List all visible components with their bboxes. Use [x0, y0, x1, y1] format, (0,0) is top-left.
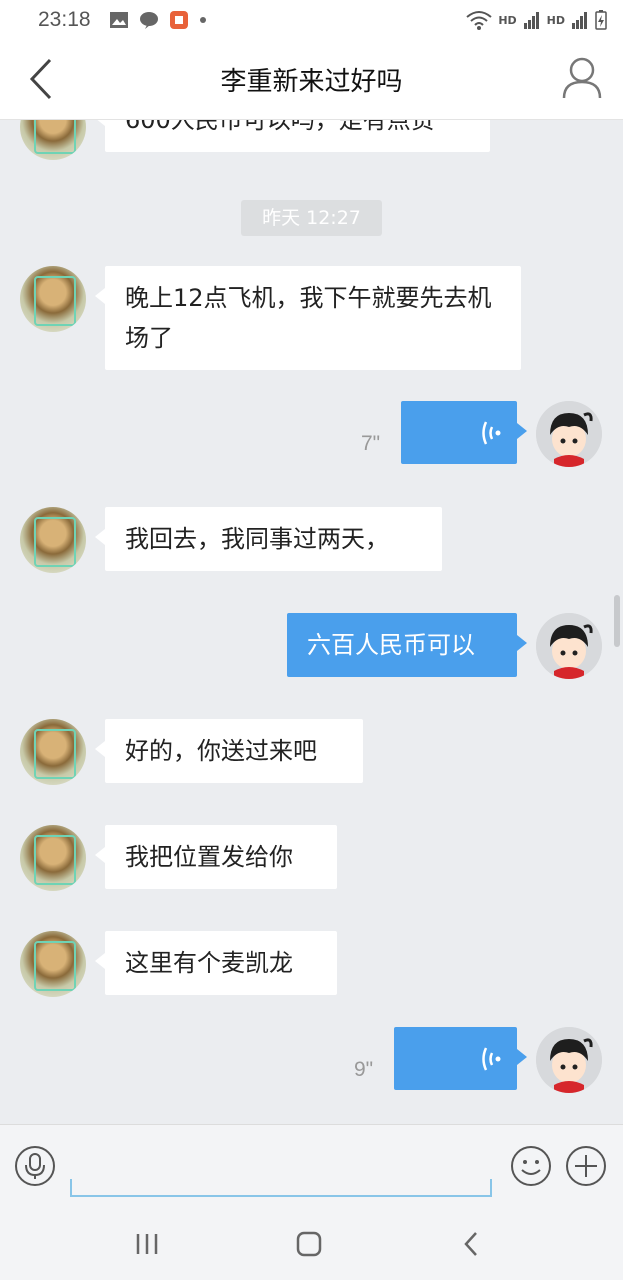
message-bubble-incoming[interactable]: 这里有个麦凯龙 [95, 931, 337, 995]
gallery-icon [109, 12, 128, 28]
message-bubble-outgoing[interactable]: 六百人民币可以 [287, 613, 527, 677]
my-avatar[interactable] [536, 401, 602, 467]
hd-badge: HD [546, 13, 565, 27]
line-icon [139, 12, 158, 29]
contact-avatar[interactable] [20, 931, 86, 997]
voice-message-bubble[interactable] [401, 401, 527, 464]
message-text: 我回去，我同事过两天， [125, 525, 389, 553]
message-bubble-incoming[interactable]: 600人民币可以吗，是有点贵 [95, 120, 490, 152]
battery-icon [595, 10, 607, 30]
voice-wave-icon [482, 421, 501, 445]
back-icon[interactable] [22, 56, 62, 102]
voice-duration: 7" [361, 432, 381, 455]
hd-badge: HD [498, 13, 517, 27]
voice-message-bubble[interactable] [394, 1027, 527, 1090]
home-icon[interactable] [289, 1228, 329, 1260]
voice-wave-icon [482, 1047, 501, 1071]
chat-header: 李重新来过好吗 [0, 40, 623, 120]
contact-avatar[interactable] [20, 120, 86, 160]
message-text: 我把位置发给你 [125, 843, 293, 871]
scrollbar[interactable] [614, 595, 620, 647]
message-text: 六百人民币可以 [307, 631, 475, 659]
message-input[interactable] [70, 1141, 492, 1197]
message-bubble-incoming[interactable]: 晚上12点飞机，我下午就要先去机场了 [95, 266, 521, 370]
notification-dot-icon [199, 17, 206, 23]
timestamp: 昨天 12:27 [241, 200, 382, 236]
message-text: 晚上12点飞机，我下午就要先去机场了 [125, 284, 492, 352]
message-bubble-incoming[interactable]: 我回去，我同事过两天， [95, 507, 442, 571]
chat-title: 李重新来过好吗 [220, 67, 403, 97]
wifi-icon [466, 11, 492, 30]
nav-back-icon[interactable] [452, 1228, 492, 1260]
voice-duration: 9" [354, 1058, 374, 1081]
contact-avatar[interactable] [20, 719, 86, 785]
cartoon-face-icon [536, 1027, 602, 1093]
app-icon [169, 11, 188, 29]
my-avatar[interactable] [536, 613, 602, 679]
message-text: 600人民币可以吗，是有点贵 [125, 120, 435, 134]
navigation-bar [0, 1208, 623, 1280]
signal-icon [523, 12, 539, 29]
emoji-icon[interactable] [510, 1145, 552, 1187]
cartoon-face-icon [536, 613, 602, 679]
message-text: 这里有个麦凯龙 [125, 949, 293, 977]
contact-avatar[interactable] [20, 825, 86, 891]
plus-icon[interactable] [565, 1145, 607, 1187]
message-bubble-incoming[interactable]: 我把位置发给你 [95, 825, 337, 889]
input-bar [0, 1124, 623, 1208]
signal-icon [572, 12, 587, 29]
profile-icon[interactable] [561, 56, 603, 100]
microphone-icon[interactable] [14, 1145, 56, 1187]
chat-area[interactable]: 600人民币可以吗，是有点贵 昨天 12:27 晚上12点飞机，我下午就要先去机… [0, 120, 623, 1124]
contact-avatar[interactable] [20, 266, 86, 332]
status-time: 23:18 [38, 8, 91, 31]
cartoon-face-icon [536, 401, 602, 467]
status-bar: 23:18 HD HD [0, 0, 623, 40]
contact-avatar[interactable] [20, 507, 86, 573]
my-avatar[interactable] [536, 1027, 602, 1093]
recent-apps-icon[interactable] [127, 1228, 167, 1260]
message-text: 好的，你送过来吧 [125, 737, 317, 765]
message-bubble-incoming[interactable]: 好的，你送过来吧 [95, 719, 363, 783]
